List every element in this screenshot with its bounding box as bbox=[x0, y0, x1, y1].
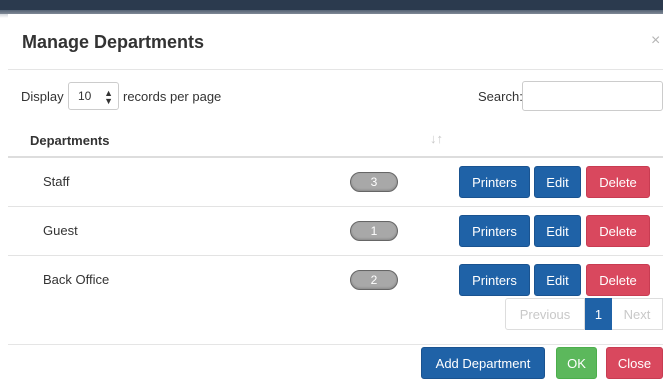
departments-column-header[interactable]: Departments bbox=[30, 133, 109, 148]
pagination-page-1[interactable]: 1 bbox=[585, 298, 612, 330]
printers-button[interactable]: Printers bbox=[459, 166, 530, 198]
search-label: Search: bbox=[478, 89, 523, 104]
delete-button[interactable]: Delete bbox=[586, 166, 650, 198]
edit-button[interactable]: Edit bbox=[534, 166, 581, 198]
table-row: Guest 1 Printers Edit Delete bbox=[8, 207, 663, 256]
dialog-title: Manage Departments bbox=[22, 32, 205, 52]
display-label: Display bbox=[21, 89, 64, 104]
department-name: Back Office bbox=[43, 272, 110, 287]
printers-button[interactable]: Printers bbox=[459, 264, 530, 296]
delete-button[interactable]: Delete bbox=[586, 264, 650, 296]
header-divider bbox=[8, 69, 663, 70]
ok-button[interactable]: OK bbox=[556, 347, 597, 379]
printer-count-badge: 1 bbox=[350, 221, 398, 241]
close-button[interactable]: Close bbox=[606, 347, 663, 379]
manage-departments-dialog: Manage Departments × Display 10 ▲ ▼ recor… bbox=[8, 14, 663, 383]
department-name: Guest bbox=[43, 223, 78, 238]
sort-icon[interactable]: ↓↑ bbox=[430, 131, 443, 146]
records-per-page-select[interactable]: 10 ▲ ▼ bbox=[68, 82, 119, 110]
delete-button[interactable]: Delete bbox=[586, 215, 650, 247]
pagination-next[interactable]: Next bbox=[612, 298, 663, 330]
add-department-button[interactable]: Add Department bbox=[421, 347, 545, 379]
printer-count-badge: 3 bbox=[350, 172, 398, 192]
records-per-page-label: records per page bbox=[123, 89, 222, 104]
select-arrows-icon: ▲ ▼ bbox=[104, 88, 113, 106]
pagination-previous[interactable]: Previous bbox=[505, 298, 585, 330]
department-name: Staff bbox=[43, 174, 70, 189]
records-per-page-value: 10 bbox=[78, 89, 92, 103]
edit-button[interactable]: Edit bbox=[534, 215, 581, 247]
search-input[interactable] bbox=[522, 81, 663, 111]
table-row: Staff 3 Printers Edit Delete bbox=[8, 158, 663, 207]
close-icon[interactable]: × bbox=[651, 32, 660, 50]
printer-count-badge: 2 bbox=[350, 270, 398, 290]
pagination: Previous 1 Next bbox=[505, 298, 663, 330]
printers-button[interactable]: Printers bbox=[459, 215, 530, 247]
footer-divider bbox=[8, 344, 663, 345]
edit-button[interactable]: Edit bbox=[534, 264, 581, 296]
